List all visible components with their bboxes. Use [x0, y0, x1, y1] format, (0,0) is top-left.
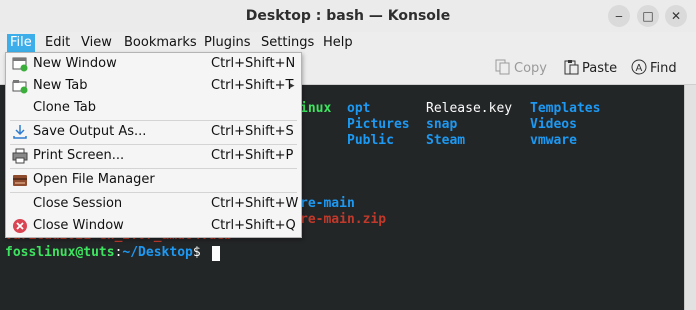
listing-item: Videos [530, 117, 577, 132]
close-window-icon [13, 219, 27, 233]
menu-item-shortcut: Ctrl+Shift+S [211, 124, 294, 139]
prompt-line: fosslinux@tuts:~/Desktop$ [5, 245, 201, 261]
prompt-user: fosslinux@tuts [5, 245, 115, 260]
new-window-icon [12, 57, 28, 72]
listing-item: re-main.zip [300, 212, 387, 227]
listing-item: re-main [300, 196, 355, 211]
menu-view[interactable]: View [78, 34, 115, 52]
menu-item-label: Print Screen... [33, 148, 125, 163]
file-manager-icon [13, 175, 27, 186]
paste-button[interactable]: Paste [563, 59, 617, 79]
menu-item-shortcut: Ctrl+Shift+Q [211, 218, 296, 233]
title-bar: Desktop : bash — Konsole ‒ □ ✕ [0, 0, 696, 33]
listing-item: opt [347, 101, 371, 116]
copy-icon [495, 59, 510, 75]
menu-item-shortcut: Ctrl+Shift+W [211, 196, 299, 211]
menu-item-close-session[interactable]: Close Session Ctrl+Shift+W [6, 193, 301, 215]
menu-item-label: New Window [33, 56, 117, 71]
find-icon: A [631, 59, 647, 75]
listing-item: Public [347, 133, 394, 148]
menu-edit[interactable]: Edit [42, 34, 73, 52]
window-title: Desktop : bash — Konsole [245, 8, 451, 24]
menu-item-label: New Tab [33, 78, 88, 93]
paste-label: Paste [582, 61, 618, 76]
listing-item: Templates [530, 101, 601, 116]
printer-icon [12, 148, 28, 164]
listing-item: Steam [426, 133, 466, 148]
prompt-path: ~/Desktop [122, 245, 193, 260]
menu-help[interactable]: Help [320, 34, 356, 52]
listing-item: inux [300, 101, 332, 116]
listing-item: snap [426, 117, 458, 132]
save-download-icon [13, 125, 27, 139]
menu-item-label: Save Output As... [33, 124, 147, 139]
menu-item-label: Open File Manager [33, 172, 155, 187]
submenu-arrow-icon: ▸ [290, 81, 295, 91]
menu-item-label: Close Session [33, 196, 123, 211]
find-button[interactable]: A Find [631, 59, 677, 79]
file-menu-dropdown: New Window Ctrl+Shift+N New Tab Ctrl+Shi… [5, 52, 302, 238]
copy-label: Copy [514, 61, 547, 76]
listing-item: Release.key [426, 101, 513, 116]
find-label: Find [650, 61, 677, 76]
paste-icon [564, 60, 579, 75]
terminal-scrollbar[interactable] [684, 85, 696, 310]
menu-item-label: Clone Tab [33, 100, 97, 115]
menu-bookmarks[interactable]: Bookmarks [121, 34, 200, 52]
close-icon[interactable]: ✕ [665, 5, 687, 27]
maximize-icon[interactable]: □ [637, 5, 659, 27]
menu-item-print-screen[interactable]: Print Screen... Ctrl+Shift+P [6, 145, 301, 167]
listing-item: vmware [530, 133, 577, 148]
menu-item-close-window[interactable]: Close Window Ctrl+Shift+Q [6, 215, 301, 237]
menu-bar: File Edit View Bookmarks Plugins Setting… [0, 32, 696, 54]
menu-file[interactable]: File [7, 34, 35, 52]
menu-item-new-tab[interactable]: New Tab Ctrl+Shift+T ▸ [6, 75, 301, 97]
copy-button[interactable]: Copy [495, 59, 547, 79]
menu-item-new-window[interactable]: New Window Ctrl+Shift+N [6, 53, 301, 75]
menu-item-clone-tab[interactable]: Clone Tab [6, 97, 301, 119]
menu-settings[interactable]: Settings [258, 34, 317, 52]
menu-item-save-output[interactable]: Save Output As... Ctrl+Shift+S [6, 121, 301, 143]
menu-item-shortcut: Ctrl+Shift+T [211, 78, 294, 93]
svg-text:A: A [636, 63, 643, 74]
menu-item-shortcut: Ctrl+Shift+P [211, 148, 294, 163]
listing-item: Pictures [347, 117, 410, 132]
menu-item-label: Close Window [33, 218, 124, 233]
menu-item-open-file-manager[interactable]: Open File Manager [6, 169, 301, 191]
text-cursor [212, 246, 220, 261]
prompt-symbol: $ [192, 245, 201, 260]
menu-item-shortcut: Ctrl+Shift+N [211, 56, 296, 71]
new-tab-icon [12, 80, 28, 94]
minimize-icon[interactable]: ‒ [608, 5, 630, 27]
menu-plugins[interactable]: Plugins [201, 34, 254, 52]
